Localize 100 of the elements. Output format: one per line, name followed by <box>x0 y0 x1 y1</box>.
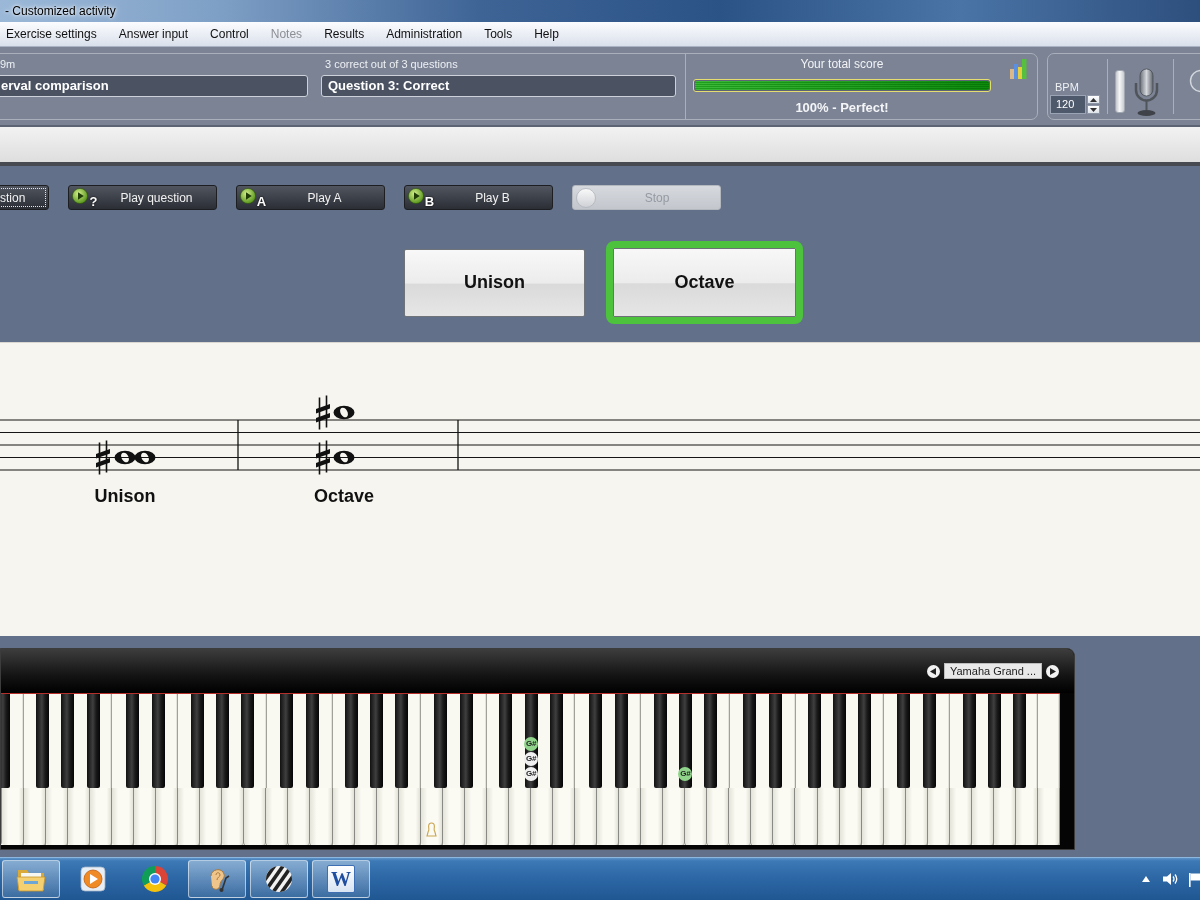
piano-key[interactable] <box>663 788 686 845</box>
piano-key[interactable] <box>685 788 708 845</box>
sharp-key[interactable] <box>190 694 204 788</box>
menu-item[interactable]: Control <box>199 25 260 43</box>
piano-key[interactable] <box>552 788 575 845</box>
bar-chart-icon[interactable] <box>1008 58 1030 80</box>
piano-key[interactable] <box>310 788 333 845</box>
piano-key[interactable] <box>442 788 465 845</box>
menu-item[interactable]: Help <box>523 25 570 43</box>
piano-key[interactable] <box>817 788 840 845</box>
piano-key[interactable] <box>905 788 928 845</box>
piano-key[interactable] <box>729 788 752 845</box>
spin-down-button[interactable] <box>1087 105 1100 114</box>
piano-key[interactable] <box>156 788 179 845</box>
piano-key[interactable] <box>376 788 399 845</box>
menu-item[interactable]: Administration <box>375 25 474 43</box>
piano-key[interactable] <box>927 788 950 845</box>
piano-key[interactable] <box>751 788 774 845</box>
piano-key[interactable] <box>597 788 620 845</box>
piano-key[interactable] <box>266 788 289 845</box>
control-button[interactable]: B Play B <box>404 185 553 210</box>
piano-key[interactable] <box>23 788 46 845</box>
piano-key[interactable] <box>707 788 730 845</box>
piano-key[interactable] <box>773 788 796 845</box>
piano-key[interactable] <box>993 788 1016 845</box>
piano-key[interactable] <box>67 788 90 845</box>
previous-instrument-button[interactable] <box>927 664 940 678</box>
sharp-key[interactable] <box>614 694 628 788</box>
answer-button[interactable]: Unison <box>404 248 585 317</box>
piano-key[interactable] <box>575 788 598 845</box>
sharp-key[interactable] <box>86 694 100 788</box>
piano-key[interactable] <box>200 788 223 845</box>
piano-key[interactable] <box>288 788 311 845</box>
bpm-field[interactable]: 120 <box>1050 95 1086 114</box>
sharp-key[interactable] <box>1 694 11 788</box>
piano-key[interactable] <box>971 788 994 845</box>
piano-key[interactable] <box>508 788 531 845</box>
sharp-key[interactable] <box>549 694 563 788</box>
sharp-key[interactable] <box>703 694 717 788</box>
control-button[interactable]: A Play A <box>236 185 385 210</box>
taskbar-button[interactable]: W <box>312 860 370 898</box>
piano-key[interactable] <box>112 788 135 845</box>
piano-key[interactable] <box>530 788 553 845</box>
sharp-key[interactable] <box>653 694 667 788</box>
menu-item[interactable]: Answer input <box>107 25 200 43</box>
instrument-field[interactable]: Yamaha Grand ... <box>944 663 1042 679</box>
next-instrument-button[interactable] <box>1046 664 1059 678</box>
piano-key[interactable] <box>332 788 355 845</box>
piano-key[interactable] <box>795 788 818 845</box>
piano-key[interactable] <box>1038 788 1060 845</box>
sharp-key[interactable] <box>499 694 513 788</box>
control-button[interactable]: stion <box>0 185 49 210</box>
piano-key[interactable] <box>420 788 443 845</box>
sharp-key[interactable] <box>858 694 872 788</box>
sharp-key[interactable]: G# <box>678 694 692 788</box>
piano-key[interactable] <box>178 788 201 845</box>
piano-key[interactable] <box>222 788 245 845</box>
sharp-key[interactable] <box>1012 694 1026 788</box>
sharp-key[interactable] <box>61 694 75 788</box>
menu-item[interactable]: Exercise settings <box>0 25 108 43</box>
taskbar-button[interactable] <box>250 860 308 898</box>
piano-key[interactable] <box>464 788 487 845</box>
sharp-key[interactable] <box>240 694 254 788</box>
piano-key[interactable] <box>619 788 642 845</box>
piano-key[interactable] <box>90 788 113 845</box>
sharp-key[interactable] <box>370 694 384 788</box>
sharp-key[interactable] <box>151 694 165 788</box>
sharp-key[interactable] <box>345 694 359 788</box>
answer-button[interactable]: Octave <box>606 241 803 324</box>
sharp-key[interactable] <box>923 694 937 788</box>
piano-key[interactable] <box>861 788 884 845</box>
piano-key[interactable] <box>839 788 862 845</box>
piano-keyboard[interactable]: G# G# G# G# <box>1 693 1060 845</box>
piano-key[interactable] <box>398 788 421 845</box>
piano-key[interactable] <box>1 788 24 845</box>
piano-key[interactable] <box>641 788 664 845</box>
sharp-key[interactable] <box>962 694 976 788</box>
piano-key[interactable] <box>949 788 972 845</box>
sharp-key[interactable]: G# G# G# <box>524 694 538 788</box>
sharp-key[interactable] <box>808 694 822 788</box>
sharp-key[interactable] <box>769 694 783 788</box>
sharp-key[interactable] <box>833 694 847 788</box>
sharp-key[interactable] <box>588 694 602 788</box>
menu-item[interactable]: Tools <box>473 25 524 43</box>
speaker-icon[interactable] <box>1163 872 1179 886</box>
sharp-key[interactable] <box>897 694 911 788</box>
control-button[interactable]: ? Play question <box>68 185 217 210</box>
menu-item[interactable]: Results <box>313 25 376 43</box>
sharp-key[interactable] <box>215 694 229 788</box>
flag-icon[interactable] <box>1188 871 1200 887</box>
piano-key[interactable] <box>45 788 68 845</box>
piano-key[interactable] <box>354 788 377 845</box>
spin-up-button[interactable] <box>1087 95 1100 104</box>
piano-key[interactable] <box>134 788 157 845</box>
sharp-key[interactable] <box>434 694 448 788</box>
piano-key[interactable] <box>883 788 906 845</box>
piano-key[interactable] <box>1015 788 1038 845</box>
piano-key[interactable] <box>244 788 267 845</box>
sharp-key[interactable] <box>36 694 50 788</box>
sharp-key[interactable] <box>395 694 409 788</box>
